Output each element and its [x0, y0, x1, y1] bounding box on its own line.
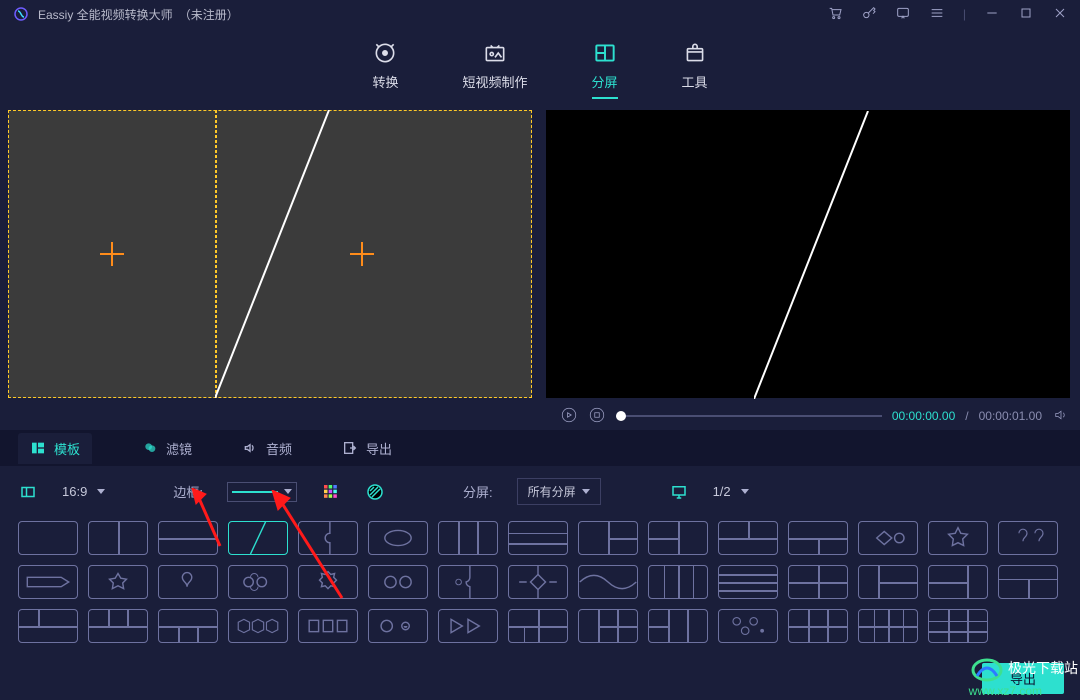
- tpl-16[interactable]: [18, 565, 78, 599]
- cart-icon[interactable]: [827, 5, 843, 24]
- main-nav: 转换 短视频制作 分屏 工具: [0, 28, 1080, 102]
- stop-icon[interactable]: [588, 406, 606, 427]
- tpl-23[interactable]: [508, 565, 568, 599]
- tpl-9[interactable]: [578, 521, 638, 555]
- controls-row: 16:9 边框: 分屏: 所有分屏 1/2: [0, 466, 1080, 517]
- tpl-26[interactable]: [718, 565, 778, 599]
- reg-status: （未注册）: [179, 6, 239, 23]
- tpl-10[interactable]: [648, 521, 708, 555]
- title-bar: Eassiy 全能视频转换大师 （未注册） |: [0, 0, 1080, 28]
- nav-convert-label: 转换: [372, 72, 398, 91]
- feedback-icon[interactable]: [895, 5, 911, 24]
- subtab-audio[interactable]: 音频: [242, 439, 292, 458]
- time-current: 00:00:00.00: [892, 409, 955, 423]
- screen-value[interactable]: 1/2: [713, 484, 731, 499]
- tpl-33[interactable]: [158, 609, 218, 643]
- tpl-40[interactable]: [648, 609, 708, 643]
- nav-tools-label: 工具: [682, 72, 708, 91]
- tpl-17[interactable]: [88, 565, 148, 599]
- subtab-export-label: 导出: [366, 439, 392, 458]
- monitor-icon[interactable]: [669, 482, 689, 502]
- tpl-11[interactable]: [718, 521, 778, 555]
- minimize-icon[interactable]: [984, 5, 1000, 24]
- tpl-36[interactable]: [368, 609, 428, 643]
- subtab-template[interactable]: 模板: [18, 433, 92, 464]
- tpl-35[interactable]: [298, 609, 358, 643]
- subtab-audio-label: 音频: [266, 439, 292, 458]
- nav-split-label: 分屏: [592, 72, 618, 91]
- close-icon[interactable]: [1052, 5, 1068, 24]
- tpl-7[interactable]: [438, 521, 498, 555]
- tpl-42[interactable]: [788, 609, 848, 643]
- tpl-1[interactable]: [18, 521, 78, 555]
- menu-icon[interactable]: [929, 5, 945, 24]
- tpl-15[interactable]: [998, 521, 1058, 555]
- chevron-down-icon[interactable]: [97, 489, 105, 494]
- app-logo-icon: [12, 5, 30, 23]
- play-icon[interactable]: [560, 406, 578, 427]
- split-select[interactable]: 所有分屏: [517, 478, 601, 505]
- template-grid: [0, 517, 1080, 647]
- tpl-22[interactable]: [438, 565, 498, 599]
- tpl-41[interactable]: [718, 609, 778, 643]
- time-total: 00:00:01.00: [979, 409, 1042, 423]
- tpl-8[interactable]: [508, 521, 568, 555]
- tpl-43[interactable]: [858, 609, 918, 643]
- maximize-icon[interactable]: [1018, 5, 1034, 24]
- chevron-down-icon[interactable]: [741, 489, 749, 494]
- tpl-37[interactable]: [438, 609, 498, 643]
- tpl-38[interactable]: [508, 609, 568, 643]
- tpl-13[interactable]: [858, 521, 918, 555]
- subtab-export[interactable]: 导出: [342, 439, 392, 458]
- aspect-icon[interactable]: [18, 482, 38, 502]
- tpl-34[interactable]: [228, 609, 288, 643]
- tpl-32[interactable]: [88, 609, 148, 643]
- tpl-39[interactable]: [578, 609, 638, 643]
- edit-panel[interactable]: [8, 110, 532, 398]
- tpl-44[interactable]: [928, 609, 988, 643]
- tpl-29[interactable]: [928, 565, 988, 599]
- preview-panel: [546, 110, 1070, 398]
- sub-tabs: 模板 滤镜 音频 导出: [0, 430, 1080, 466]
- nav-shortvideo-label: 短视频制作: [462, 72, 527, 91]
- nav-convert[interactable]: 转换: [372, 40, 398, 91]
- hatch-icon[interactable]: [365, 482, 385, 502]
- tpl-14[interactable]: [928, 521, 988, 555]
- tpl-31[interactable]: [18, 609, 78, 643]
- tpl-12[interactable]: [788, 521, 848, 555]
- nav-tools[interactable]: 工具: [682, 40, 708, 91]
- tpl-24[interactable]: [578, 565, 638, 599]
- nav-split[interactable]: 分屏: [592, 40, 618, 99]
- app-title: Eassiy 全能视频转换大师: [38, 6, 173, 23]
- subtab-filter-label: 滤镜: [166, 439, 192, 458]
- tpl-28[interactable]: [858, 565, 918, 599]
- tpl-6[interactable]: [368, 521, 428, 555]
- preview-area: [0, 102, 1080, 402]
- progress-bar[interactable]: [616, 415, 882, 417]
- tpl-18[interactable]: [158, 565, 218, 599]
- subtab-filter[interactable]: 滤镜: [142, 439, 192, 458]
- tpl-30[interactable]: [998, 565, 1058, 599]
- aspect-value[interactable]: 16:9: [62, 484, 87, 499]
- nav-shortvideo[interactable]: 短视频制作: [462, 40, 527, 91]
- split-label: 分屏:: [463, 482, 493, 501]
- tpl-27[interactable]: [788, 565, 848, 599]
- tpl-2[interactable]: [88, 521, 148, 555]
- player-bar: 00:00:00.00/00:00:01.00: [0, 402, 1080, 430]
- volume-icon[interactable]: [1052, 406, 1070, 427]
- watermark: 极光下载站 www.xz7.com: [969, 656, 1078, 698]
- tpl-21[interactable]: [368, 565, 428, 599]
- tpl-25[interactable]: [648, 565, 708, 599]
- key-icon[interactable]: [861, 5, 877, 24]
- subtab-template-label: 模板: [54, 439, 80, 458]
